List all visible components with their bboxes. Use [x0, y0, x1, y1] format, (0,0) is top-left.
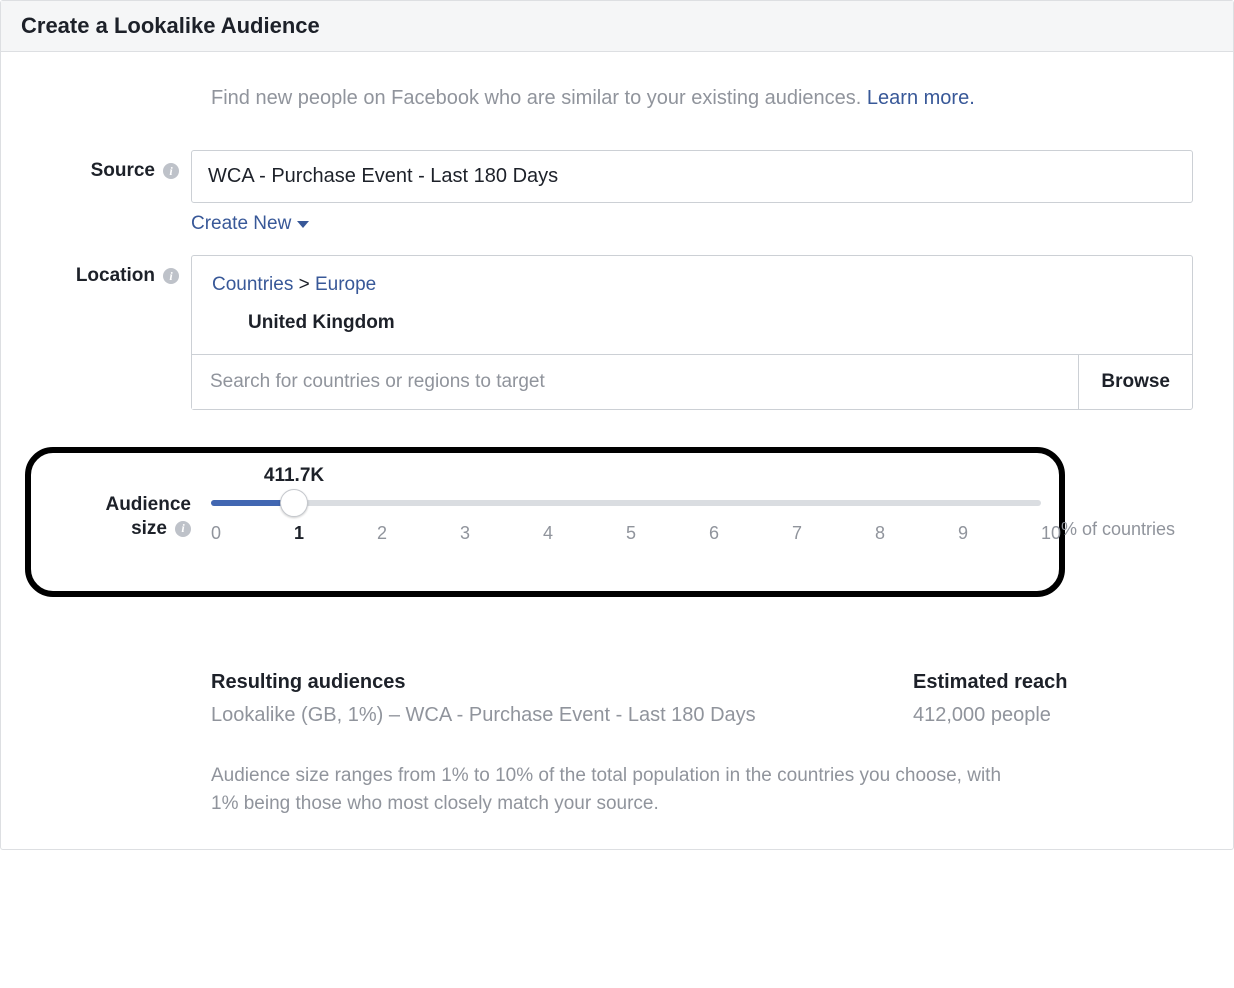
slider-handle[interactable] — [280, 489, 308, 517]
lookalike-dialog: Create a Lookalike Audience Find new peo… — [0, 0, 1234, 850]
results-section: Resulting audiences Lookalike (GB, 1%) –… — [211, 671, 1173, 727]
source-row: Source i Create New — [21, 150, 1213, 235]
breadcrumb-countries[interactable]: Countries — [212, 274, 293, 295]
location-label: Location i — [21, 255, 191, 287]
resulting-audiences-heading: Resulting audiences — [211, 671, 913, 694]
location-row: Location i Countries > Europe United Kin… — [21, 255, 1213, 410]
browse-button[interactable]: Browse — [1078, 355, 1192, 409]
audience-size-section: Audience size i 411.7K 012345678910 — [21, 465, 1213, 819]
info-icon[interactable]: i — [163, 268, 179, 284]
source-input[interactable] — [191, 150, 1193, 203]
intro-text: Find new people on Facebook who are simi… — [211, 87, 1213, 110]
dialog-body: Find new people on Facebook who are simi… — [1, 52, 1233, 849]
pct-of-countries-label: % of countries — [1061, 519, 1175, 540]
location-box: Countries > Europe United Kingdom Browse — [191, 255, 1193, 410]
estimated-reach-heading: Estimated reach — [913, 671, 1173, 694]
resulting-audiences-value: Lookalike (GB, 1%) – WCA - Purchase Even… — [211, 704, 913, 727]
audience-size-value: 411.7K — [264, 465, 324, 487]
info-icon[interactable]: i — [163, 163, 179, 179]
breadcrumb-europe[interactable]: Europe — [315, 274, 376, 295]
estimated-reach-value: 412,000 people — [913, 704, 1173, 727]
info-icon[interactable]: i — [175, 521, 191, 537]
location-search-input[interactable] — [192, 355, 1078, 409]
audience-size-disclaimer: Audience size ranges from 1% to 10% of t… — [211, 762, 1023, 819]
selected-country[interactable]: United Kingdom — [212, 296, 1172, 334]
dialog-title: Create a Lookalike Audience — [1, 1, 1233, 52]
audience-size-label: Audience size i — [21, 465, 191, 541]
learn-more-link[interactable]: Learn more. — [867, 87, 975, 109]
audience-size-slider[interactable] — [211, 500, 1041, 506]
caret-down-icon — [297, 221, 309, 228]
intro-copy: Find new people on Facebook who are simi… — [211, 87, 867, 109]
source-label: Source i — [21, 150, 191, 182]
location-breadcrumb: Countries > Europe — [212, 274, 1172, 296]
create-new-dropdown[interactable]: Create New — [191, 213, 309, 235]
